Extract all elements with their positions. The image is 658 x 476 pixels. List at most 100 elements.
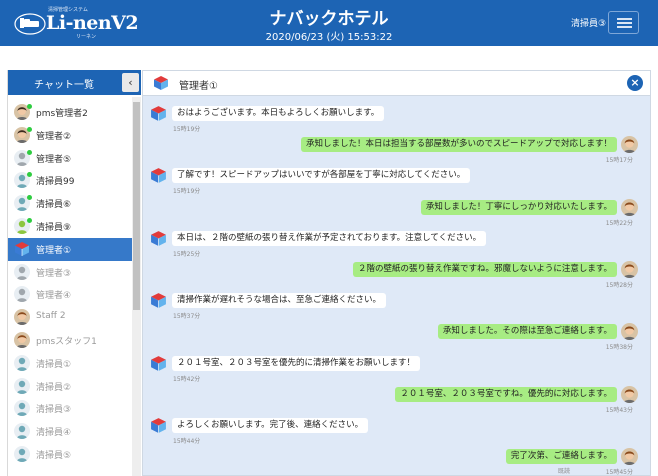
outgoing-message: ２０１号室、２０３号室ですね。優先的に対応します。 15時43分	[158, 385, 638, 416]
outgoing-message: 完了次第、ご連絡します。 15時45分 既読	[158, 448, 638, 476]
online-status-dot	[27, 104, 32, 109]
message-bubble: 本日は、２階の壁紙の張り替え作業が予定されております。注意してください。	[172, 230, 487, 246]
cube-avatar-icon	[150, 167, 167, 184]
cube-avatar-icon	[150, 417, 167, 434]
chat-user-item[interactable]: 管理者④	[8, 283, 132, 306]
online-status-dot	[27, 217, 32, 223]
user-avatar	[621, 448, 638, 466]
current-user-label: 清掃員③	[571, 19, 607, 29]
user-avatar	[14, 331, 30, 348]
cube-avatar-icon	[150, 292, 167, 309]
message-time: 15時44分	[173, 438, 201, 445]
chat-user-item[interactable]: 清掃員⑥	[8, 192, 132, 215]
message-time: 15時19分	[173, 188, 201, 196]
close-chat-button[interactable]: ×	[627, 75, 643, 91]
read-receipt: 既読	[557, 468, 570, 476]
message-time: 15時38分	[605, 344, 633, 352]
chat-list-title: チャット一覧	[34, 80, 94, 91]
user-avatar	[14, 263, 30, 280]
user-avatar	[14, 354, 30, 371]
user-avatar	[621, 198, 638, 216]
chat-user-name: Staff 2	[36, 311, 66, 322]
message-time: 15時28分	[605, 282, 633, 289]
menu-button[interactable]	[608, 11, 639, 34]
message-bubble: ２階の壁紙の張り替え作業ですね。邪魔しないように注意します。	[353, 262, 617, 277]
chat-user-name: 清掃員⑤	[36, 450, 72, 461]
chat-user-name: pms管理者2	[36, 109, 88, 119]
chat-user-item[interactable]: 清掃員①	[8, 352, 132, 375]
chat-user-item[interactable]: 管理者③	[8, 261, 132, 284]
message-bubble: 清掃作業が遅れそうな場合は、至急ご連絡ください。	[172, 293, 387, 309]
cube-avatar-icon	[150, 105, 167, 122]
chat-list-sidebar: チャット一覧 ‹ pms管理者2 管理者② 管理者⑤ 清掃員99 清掃員⑥ 清掃員⑨ 管理者…	[7, 70, 141, 476]
outgoing-message: 承知しました！本日は担当する部屋数が多いのでスピードアップで対応します！ 15時1…	[158, 136, 638, 166]
online-status-dot	[27, 172, 32, 178]
chat-user-item[interactable]: 清掃員99	[8, 169, 132, 192]
chat-user-item[interactable]: Staff 2	[8, 306, 132, 329]
cube-avatar-icon	[150, 230, 167, 247]
user-avatar	[14, 309, 30, 326]
chat-panel: 管理者① × おはようございます。本日もよろしくお願いします。 15時19分 承知し…	[142, 70, 651, 476]
chat-user-name: 清掃員99	[36, 177, 75, 188]
user-avatar	[14, 400, 30, 417]
cube-avatar-icon	[150, 355, 167, 372]
chat-user-item[interactable]: 清掃員⑨	[8, 215, 132, 238]
message-bubble: 完了次第、ご連絡します。	[505, 449, 617, 465]
user-avatar	[14, 286, 30, 303]
user-avatar	[621, 136, 638, 154]
user-avatar	[14, 377, 30, 394]
user-avatar	[621, 323, 638, 341]
chat-user-item[interactable]: 管理者②	[8, 124, 132, 147]
chat-user-name: 清掃員④	[36, 428, 72, 439]
chat-user-name: 管理者③	[36, 268, 72, 279]
chat-user-name: 清掃員①	[36, 359, 72, 370]
message-time: 15時22分	[605, 219, 633, 227]
message-time: 15時25分	[173, 250, 201, 258]
chat-user-item[interactable]: 清掃員④	[8, 420, 132, 443]
message-bubble: よろしくお願いします。完了後、連絡ください。	[172, 418, 369, 433]
message-bubble: おはようございます。本日もよろしくお願いします。	[172, 106, 385, 121]
user-avatar	[14, 445, 30, 462]
collapse-sidebar-button[interactable]: ‹	[122, 73, 139, 92]
chat-user-name: 管理者②	[36, 131, 72, 142]
message-bubble: 承知しました！丁寧にしっかり対応いたします。	[420, 199, 617, 215]
online-status-dot	[27, 126, 32, 132]
user-avatar	[14, 241, 30, 257]
user-avatar	[621, 385, 638, 403]
outgoing-message: ２階の壁紙の張り替え作業ですね。邪魔しないように注意します。 15時28分	[158, 261, 638, 291]
online-status-dot	[27, 195, 32, 201]
chat-user-name: 管理者⑤	[36, 154, 72, 165]
chat-user-item[interactable]: 清掃員⑤	[8, 443, 132, 466]
message-time: 15時37分	[173, 313, 201, 321]
chat-list-header: チャット一覧 ‹	[8, 70, 141, 95]
chat-user-item[interactable]: 清掃員③	[8, 397, 132, 420]
user-avatar	[621, 261, 638, 278]
chat-user-name: 清掃員③	[36, 405, 72, 416]
hotel-name: ナバックホテル	[269, 9, 389, 29]
chat-user-name: pmsスタッフ1	[36, 336, 97, 347]
current-datetime: 2020/06/23 (火) 15:53:22	[265, 32, 393, 43]
message-time: 15時42分	[173, 375, 201, 383]
outgoing-message: 承知しました。その際は至急ご連絡します。 15時38分	[158, 323, 638, 353]
chat-header: 管理者① ×	[143, 71, 650, 96]
cube-icon	[154, 76, 168, 90]
chat-user-name: 清掃員⑥	[36, 200, 72, 211]
online-status-dot	[27, 149, 32, 155]
message-time: 15時45分	[605, 469, 633, 476]
message-bubble: ２０１号室、２０３号室を優先的に清掃作業をお願いします！	[172, 355, 421, 371]
chat-user-item[interactable]: 管理者①	[8, 237, 132, 261]
chat-user-name: 管理者①	[36, 245, 72, 256]
chat-user-item[interactable]: 管理者⑤	[8, 147, 132, 170]
chat-user-name: 清掃員⑨	[36, 222, 72, 233]
chat-user-name: 管理者④	[36, 291, 72, 302]
chat-user-item[interactable]: pms管理者2	[8, 101, 132, 124]
message-bubble: 承知しました！本日は担当する部屋数が多いのでスピードアップで対応します！	[300, 137, 617, 153]
hamburger-icon	[617, 18, 632, 20]
sidebar-scrollbar[interactable]	[132, 97, 141, 476]
message-bubble: 承知しました。その際は至急ご連絡します。	[437, 324, 617, 340]
chat-user-item[interactable]: 清掃員②	[8, 375, 132, 398]
sidebar-scroll-thumb[interactable]	[133, 102, 140, 310]
message-time: 15時17分	[605, 157, 633, 165]
chat-user-item[interactable]: pmsスタッフ1	[8, 329, 132, 352]
app-header: 清掃管理システム Li-nenV2 リーネン ナバックホテル 2020/06/2…	[0, 0, 658, 46]
